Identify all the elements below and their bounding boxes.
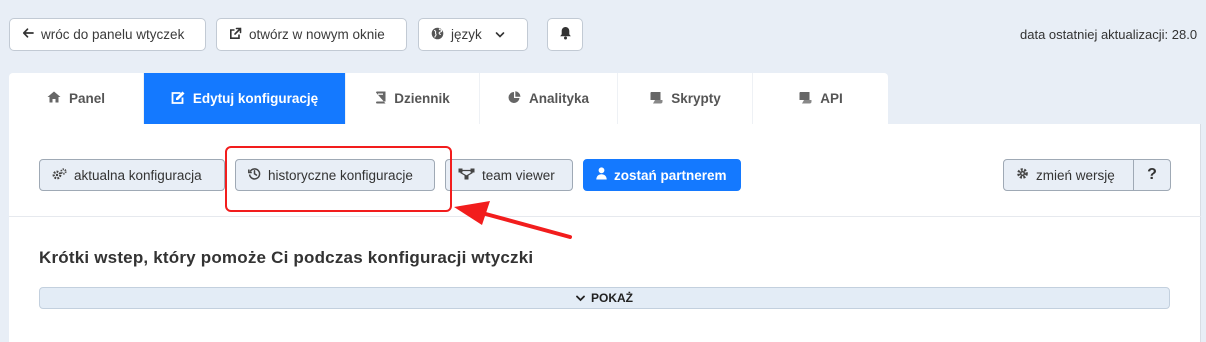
sitemap-icon: [458, 168, 475, 183]
scroll-icon: [649, 91, 663, 107]
notifications-button[interactable]: [547, 18, 583, 51]
highlight-annotation: [225, 146, 452, 212]
tab-log[interactable]: Dziennik: [346, 73, 480, 124]
arrow-left-icon: [22, 27, 34, 42]
help-label: ?: [1147, 166, 1157, 183]
become-partner-label: zostań partnerem: [614, 167, 727, 183]
become-partner-button[interactable]: zostań partnerem: [583, 159, 741, 191]
scroll-icon: [798, 91, 812, 107]
section-divider: [9, 216, 1201, 217]
tab-panel[interactable]: Panel: [9, 73, 144, 124]
open-new-window-label: otwórz w nowym oknie: [249, 27, 385, 42]
tab-scripts[interactable]: Skrypty: [618, 73, 753, 124]
team-viewer-label: team viewer: [482, 167, 555, 183]
tab-edit-config[interactable]: Edytuj konfigurację: [144, 73, 346, 124]
tab-scripts-label: Skrypty: [671, 91, 721, 106]
bell-icon: [559, 26, 572, 43]
book-icon: [375, 91, 386, 107]
show-intro-label: POKAŻ: [591, 291, 633, 305]
tab-analytics[interactable]: Analityka: [480, 73, 618, 124]
edit-icon: [171, 91, 185, 107]
open-new-window-button[interactable]: otwórz w nowym oknie: [216, 18, 407, 51]
chevron-down-icon: [576, 291, 585, 305]
team-viewer-button[interactable]: team viewer: [445, 159, 573, 191]
pie-chart-icon: [508, 90, 521, 107]
tab-api-label: API: [820, 91, 843, 106]
current-config-label: aktualna konfiguracja: [74, 167, 202, 183]
tab-edit-config-label: Edytuj konfigurację: [192, 91, 319, 106]
back-to-plugins-button[interactable]: wróc do panelu wtyczek: [9, 18, 206, 51]
home-icon: [47, 91, 61, 106]
tab-api[interactable]: API: [753, 73, 888, 124]
user-icon: [596, 167, 607, 183]
change-version-label: zmień wersję: [1036, 167, 1115, 183]
globe-icon: [431, 27, 444, 43]
tab-log-label: Dziennik: [394, 91, 450, 106]
language-dropdown[interactable]: język: [418, 18, 528, 51]
last-update-text: data ostatniej aktualizacji: 28.0: [1020, 27, 1198, 42]
tab-panel-label: Panel: [68, 91, 106, 106]
cogs-icon: [52, 167, 67, 183]
intro-title: Krótki wstep, który pomoże Ci podczas ko…: [39, 248, 534, 267]
main-tabs: Panel Edytuj konfigurację Dziennik Anali…: [9, 73, 888, 124]
change-version-button[interactable]: zmień wersję: [1003, 159, 1134, 191]
chevron-down-icon: [495, 27, 505, 42]
current-config-button[interactable]: aktualna konfiguracja: [39, 159, 225, 191]
help-button[interactable]: ?: [1133, 159, 1171, 191]
config-panel: [9, 124, 1201, 342]
external-link-icon: [229, 27, 242, 43]
tab-analytics-label: Analityka: [528, 91, 590, 106]
gear-icon: [1016, 167, 1029, 183]
language-label: język: [451, 27, 482, 42]
arrow-annotation: [454, 201, 572, 239]
show-intro-toggle[interactable]: POKAŻ: [39, 287, 1170, 309]
back-to-plugins-label: wróc do panelu wtyczek: [41, 27, 185, 42]
